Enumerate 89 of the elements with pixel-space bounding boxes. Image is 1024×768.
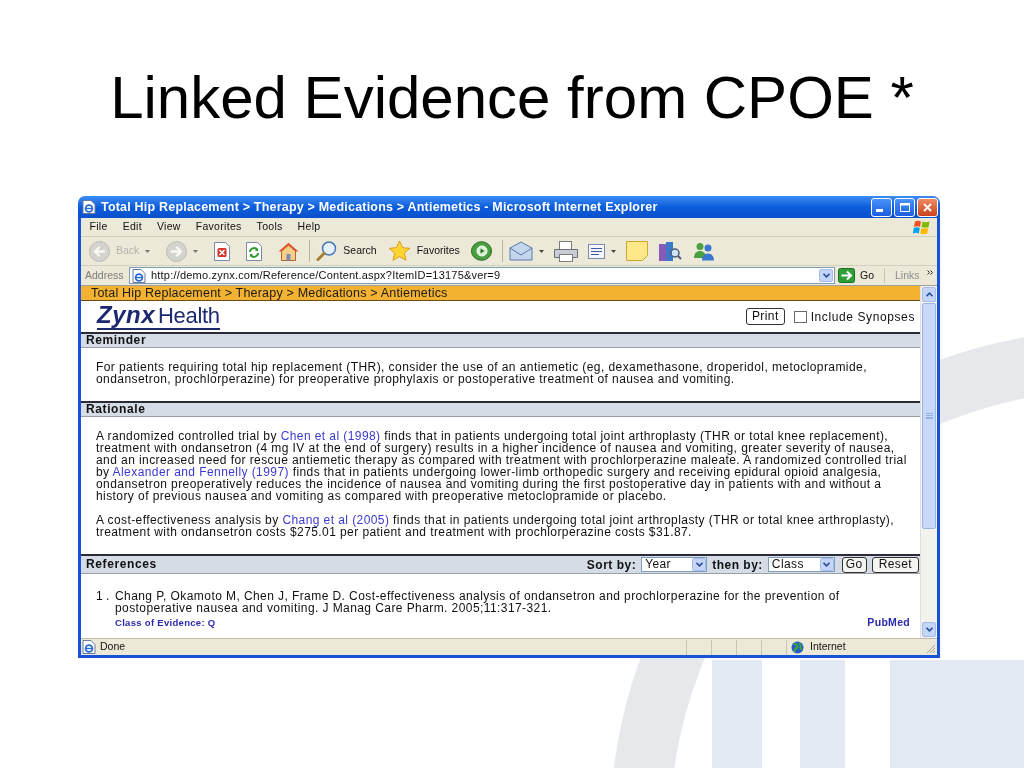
logo-product-text: Health [158,305,220,327]
window-title: Total Hip Replacement > Therapy > Medications > Antiemetics - Microsoft Internet Explorer [101,198,658,216]
home-icon [278,241,300,261]
sort-label: Sort by: [586,556,637,574]
book-icon [657,240,682,262]
chevron-down-icon [925,627,933,632]
resize-grip-icon [926,644,936,654]
sort-select[interactable]: Year [641,557,708,572]
reference-number: 1 . [96,590,111,605]
maximize-icon [899,202,910,212]
flag-icon [913,219,931,235]
double-chevron-icon [927,270,933,275]
envelope-icon [508,241,533,261]
note-icon [625,241,648,261]
chevron-down-icon [695,562,703,567]
section-paragraph: A cost-effectiveness analysis by Chang et al (2005) finds that in patients undergoing total joint arthroplasty (THR or total knee arthroplasty), treatment with ondansetron costs $275.01 per patient and treatment with prochlorperazine costs $31.87. [96,514,895,538]
sort-label: then by: [712,556,763,574]
citation-link[interactable]: Chang et al (2005) [282,513,390,527]
refresh-button[interactable] [246,239,263,263]
address-field[interactable]: http://demo.zynx.com/Reference/Content.aspx?ItemID=13175&ver=9 [129,267,835,284]
breadcrumb-text: Total Hip Replacement > Therapy > Medications > Antiemetics [91,286,448,300]
pubmed-link[interactable]: PubMed [867,617,910,628]
page-icon [132,268,146,283]
close-icon [923,202,932,212]
star-icon [387,240,411,262]
slide-title: Linked Evidence from CPOE * [110,68,914,128]
go-button[interactable]: Go [838,267,874,284]
caret-icon [193,249,199,253]
section-title: References [86,558,157,571]
search-icon [316,241,338,261]
checkbox-label: Include Synopses [810,308,915,326]
menu-item[interactable]: Help [290,219,328,235]
chevron-down-icon [822,273,830,278]
chevron-down-icon [823,562,831,567]
mail-button[interactable] [508,239,544,263]
address-label: Address [85,267,125,283]
print-button[interactable]: Print [745,308,785,325]
caret-icon [610,249,616,253]
citation-link[interactable]: Alexander and Fennelly (1997) [112,465,289,479]
sort-select[interactable]: Class [767,557,835,572]
menu-item[interactable]: Edit [115,219,150,235]
section-paragraph: For patients requiring total hip replacement (THR), consider the use of an antiemetic (eg, dexamethasone, droperidol, metoclopramide, ondansetron, prochlorperazine) for preoperative prophylaxis or postoperative treatment of nausea and vomiting. [96,361,868,385]
url-text: http://demo.zynx.com/Reference/Content.aspx?ItemID=13175&ver=9 [151,268,501,284]
status-text: Done [100,639,126,655]
caret-icon [145,249,151,253]
people-icon [691,241,716,261]
evidence-class-link[interactable]: Class of Evidence: Q [115,617,216,628]
page-icon [82,200,96,214]
chevron-up-icon [925,292,933,297]
reference-citation: Chang P, Okamoto M, Chen J, Frame D. Cost-effectiveness analysis of ondansetron and prochlorperazine for the prevention of postoperative nausea and vomiting. J Manag Care Pharm. 2005;11:317-321. [115,590,841,614]
search-button[interactable]: Search [316,239,377,263]
reset-button[interactable]: Reset [871,556,919,573]
menu-item[interactable]: View [149,219,189,235]
menu-item[interactable]: Favorites [188,219,250,235]
include-synopses-checkbox[interactable] [793,310,807,323]
logo-brand-text: Zynx [97,303,155,327]
minimize-icon [876,208,883,212]
document-icon [587,243,605,259]
zone-text: Internet [810,639,846,655]
page-icon [82,640,96,654]
go-button[interactable]: Go [841,556,867,573]
caret-icon [538,249,544,253]
scroll-down-button[interactable] [922,622,936,637]
close-button[interactable] [917,197,938,217]
section-title: Reminder [86,334,147,347]
scroll-up-button[interactable] [922,287,936,302]
favorites-button[interactable]: Favorites [387,239,460,263]
research-button[interactable] [657,239,682,263]
stop-button[interactable] [214,239,231,263]
play-icon [470,241,492,261]
print-button[interactable] [553,239,578,263]
menu-item[interactable]: Tools [249,219,291,235]
stop-icon [214,241,231,261]
printer-icon [553,240,578,262]
globe-icon [791,640,804,654]
address-dropdown-button[interactable] [819,269,833,282]
media-button[interactable] [470,239,492,263]
dropdown-button[interactable] [692,558,707,571]
go-arrow-icon [838,268,855,283]
dropdown-button[interactable] [819,558,834,571]
section-paragraph: A randomized controlled trial by Chen et al (1998) finds that in patients undergoing total joint arthroplasty (THR or total knee replacement), treatment with ondansetron (4 mg IV at the end of surgery) results in a higher incidence of nausea and vomiting, greater severity of nausea, and an increased need for rescue antiemetic therapy as compared with treatment with prochlorperazine maleate. A randomized controlled trial by Alexander and Fennelly (1997) finds that in patients undergoing lower-limb orthopedic surgery and receiving epidural opioid analgesia, ondansetron preoperatively reduces the incidence of nausea and vomiting during the first postoperative day in patients with and without a history of previous nausea and vomiting as compared with preoperative metoclopramide or placebo. [96,430,908,502]
citation-link[interactable]: Chen et al (1998) [280,429,381,443]
maximize-button[interactable] [894,197,915,217]
minimize-button[interactable] [871,197,892,217]
scroll-thumb[interactable] [922,303,936,529]
grip-icon [925,413,933,419]
menu-item[interactable]: File [82,219,116,235]
refresh-icon [246,241,263,261]
section-title: Rationale [86,403,146,416]
